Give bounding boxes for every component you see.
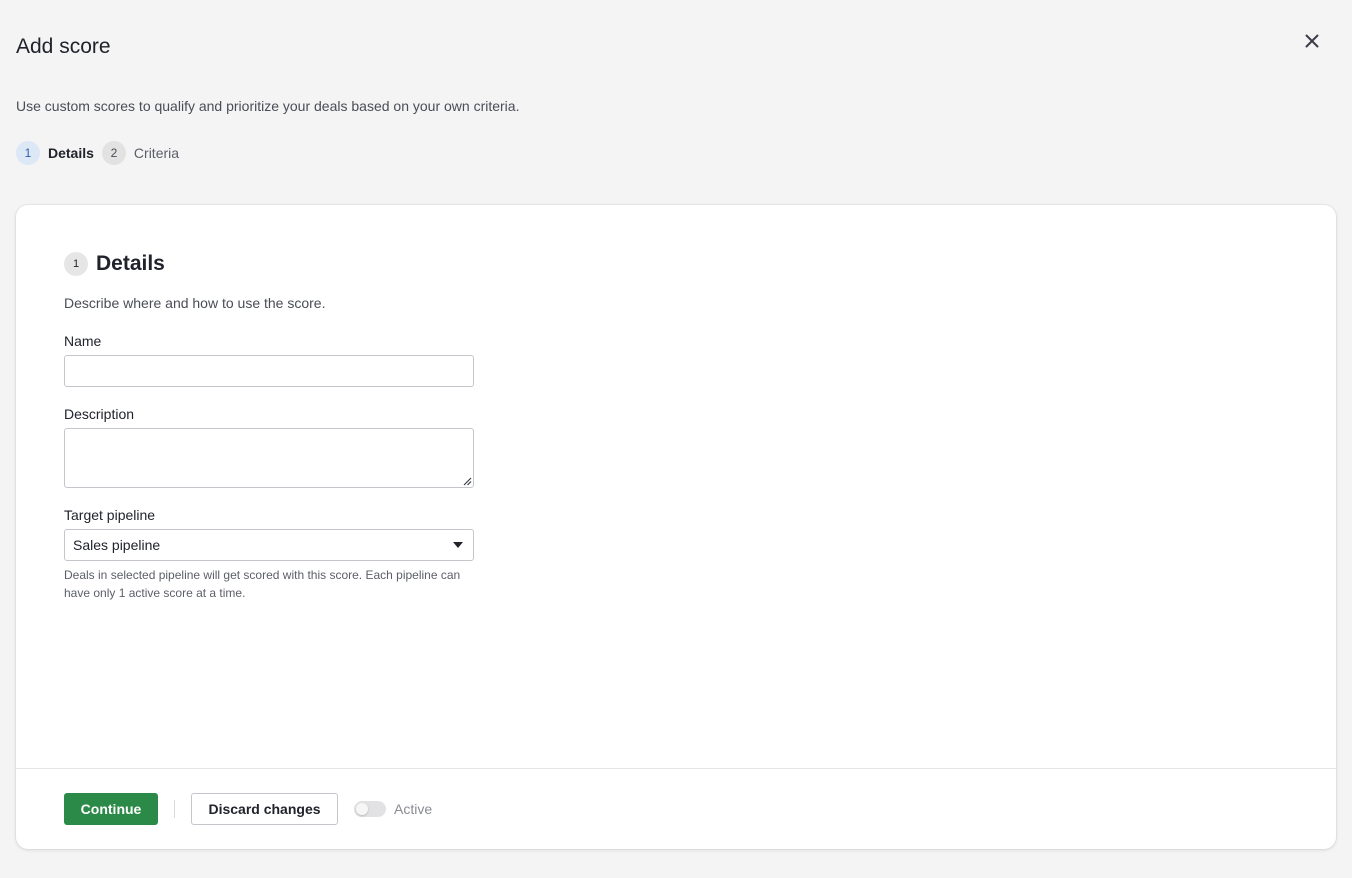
selected-pipeline: Sales pipeline bbox=[73, 537, 161, 553]
target-pipeline-label: Target pipeline bbox=[64, 507, 156, 523]
close-button[interactable] bbox=[1299, 28, 1325, 54]
pipeline-hint: Deals in selected pipeline will get scor… bbox=[64, 568, 461, 600]
active-toggle[interactable] bbox=[354, 801, 386, 817]
caret-down-icon bbox=[453, 542, 463, 548]
step-label: Criteria bbox=[133, 145, 180, 161]
section-description: Describe where and how to use the score. bbox=[64, 295, 326, 311]
section-header: 1 Details bbox=[64, 252, 165, 276]
step-label: Details bbox=[48, 145, 94, 161]
step-number: 1 bbox=[16, 141, 40, 165]
stepper: 1 Details 2 Criteria bbox=[16, 141, 187, 165]
description-field bbox=[64, 428, 474, 488]
page-title: Add score bbox=[16, 35, 111, 58]
description-input[interactable] bbox=[64, 428, 474, 488]
name-input[interactable] bbox=[64, 355, 474, 387]
name-label: Name bbox=[64, 333, 102, 349]
step-criteria[interactable]: 2 Criteria bbox=[101, 141, 180, 165]
section-title: Details bbox=[96, 252, 165, 275]
add-score-page: Add score Use custom scores to qualify a… bbox=[0, 0, 1352, 878]
discard-changes-button[interactable]: Discard changes bbox=[191, 793, 338, 825]
footer-divider bbox=[16, 768, 1336, 769]
description-label: Description bbox=[64, 406, 135, 422]
page-subtitle: Use custom scores to qualify and priorit… bbox=[16, 98, 520, 114]
close-icon bbox=[1305, 34, 1319, 48]
button-separator bbox=[174, 800, 175, 818]
step-number: 2 bbox=[101, 141, 126, 165]
section-number: 1 bbox=[64, 252, 88, 276]
step-details[interactable]: 1 Details bbox=[16, 141, 94, 165]
active-label: Active bbox=[394, 801, 433, 817]
target-pipeline-select[interactable]: Sales pipeline bbox=[64, 529, 474, 561]
details-card: 1 Details Describe where and how to use … bbox=[16, 205, 1336, 849]
toggle-knob bbox=[356, 803, 368, 815]
resize-grip-icon[interactable] bbox=[462, 476, 472, 486]
continue-button[interactable]: Continue bbox=[64, 793, 158, 825]
